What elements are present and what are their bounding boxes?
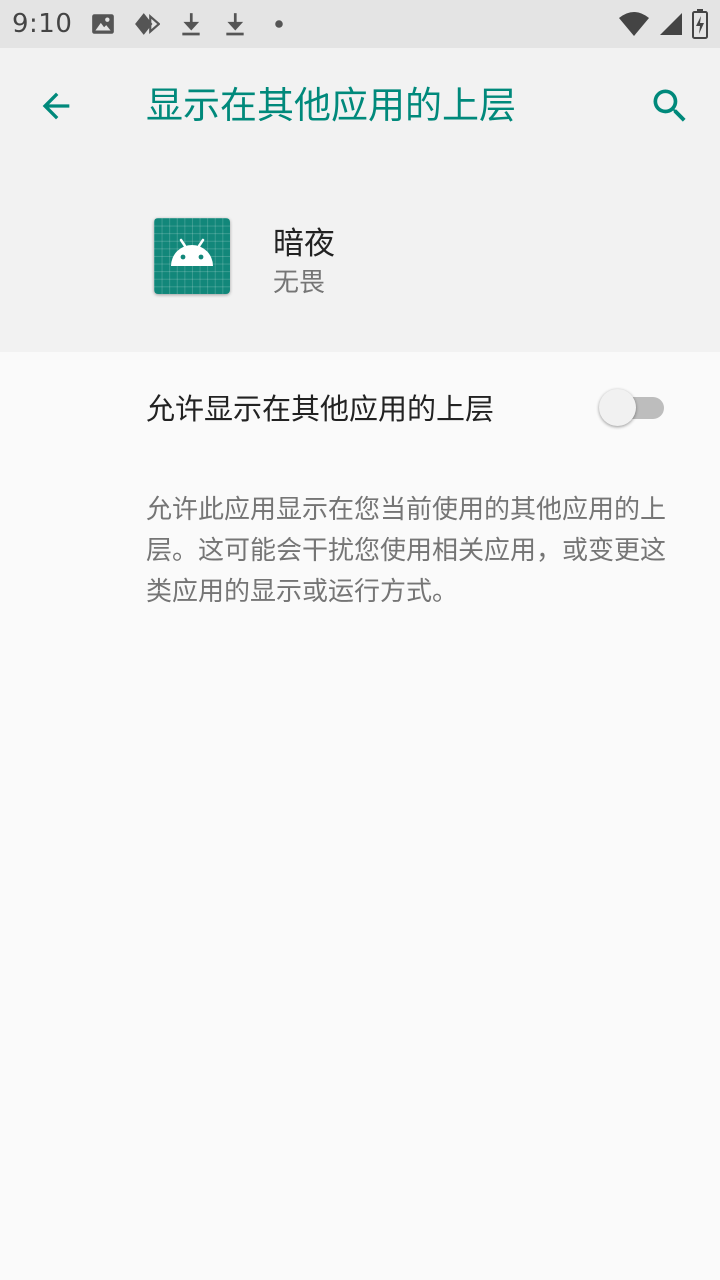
search-icon (648, 84, 692, 128)
arrow-back-icon (36, 86, 76, 126)
image-icon (90, 11, 116, 37)
permission-description: 允许此应用显示在您当前使用的其他应用的上层。这可能会干扰您使用相关应用，或变更这… (146, 495, 667, 607)
notification-icons (90, 11, 292, 37)
back-button[interactable] (28, 78, 84, 134)
app-header: 显示在其他应用的上层 暗夜 无畏 (0, 48, 720, 352)
app-subtitle: 无畏 (273, 268, 326, 298)
permission-label: 允许显示在其他应用的上层 (146, 392, 495, 426)
app-name: 暗夜 (273, 226, 335, 262)
download-icon (178, 11, 204, 37)
permission-content: 允许显示在其他应用的上层 允许此应用显示在您当前使用的其他应用的上层。这可能会干… (0, 352, 720, 1280)
permission-switch[interactable] (598, 388, 668, 426)
search-button[interactable] (640, 76, 700, 136)
data-saver-icon (134, 11, 161, 37)
system-status-icons (618, 0, 708, 48)
download-icon (222, 11, 248, 37)
status-bar: 9:10 (0, 0, 720, 48)
battery-charging-icon (692, 9, 708, 39)
cell-signal-icon (658, 11, 684, 37)
switch-thumb (599, 389, 636, 426)
android-app-icon (154, 218, 230, 294)
status-time: 9:10 (12, 9, 73, 39)
permission-toggle-row[interactable]: 允许显示在其他应用的上层 (0, 352, 720, 460)
dot-icon (266, 11, 292, 37)
page-title: 显示在其他应用的上层 (146, 84, 516, 127)
wifi-icon (618, 10, 650, 38)
